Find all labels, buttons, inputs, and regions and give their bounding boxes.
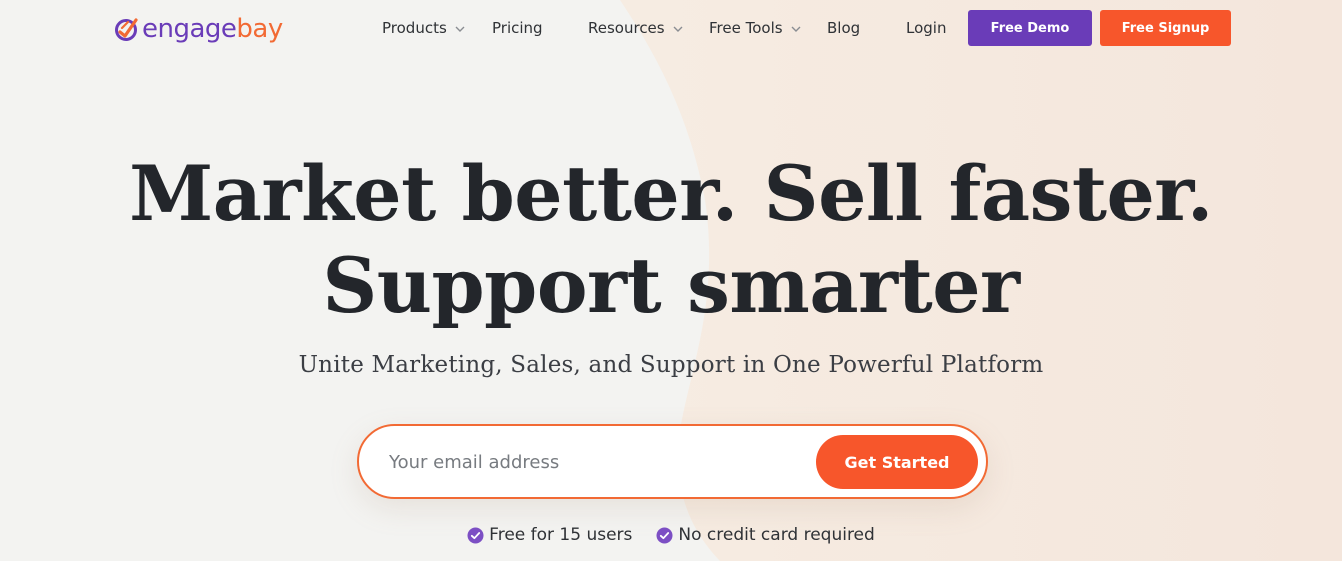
top-navigation: engagebay Products Pricing Resources Fre… [0,0,1342,56]
nav-resources-label: Resources [588,19,665,37]
free-demo-button[interactable]: Free Demo [968,10,1092,46]
feature-item: Free for 15 users [467,525,632,545]
nav-products-label: Products [382,19,447,37]
engagebay-logo[interactable]: engagebay [114,12,283,46]
hero-subtitle: Unite Marketing, Sales, and Support in O… [298,352,1044,378]
hero-title-line1: Market better. Sell faster. [129,149,1213,238]
chevron-down-icon [455,26,465,32]
logo-wordmark: engagebay [142,14,283,44]
feature-list: Free for 15 users No credit card require… [0,525,1342,545]
nav-free-tools[interactable]: Free Tools [709,18,802,38]
hero-title-line2: Support smarter [322,241,1020,330]
email-input[interactable] [389,444,809,480]
nav-blog-label: Blog [827,19,861,37]
hero-title: Market better. Sell faster. Support smar… [0,148,1342,332]
nav-login-label: Login [906,19,947,37]
check-circle-icon [467,527,484,543]
feature-item: No credit card required [656,525,875,545]
nav-pricing[interactable]: Pricing [492,18,543,38]
chevron-down-icon [673,26,683,32]
free-signup-button[interactable]: Free Signup [1100,10,1231,46]
nav-login[interactable]: Login [906,18,946,38]
nav-resources[interactable]: Resources [588,18,684,38]
feature-label: No credit card required [678,525,875,545]
feature-label: Free for 15 users [489,525,633,545]
email-signup-form: Get Started [357,424,988,499]
check-circle-icon [656,527,673,543]
nav-free-tools-label: Free Tools [709,19,783,37]
get-started-button[interactable]: Get Started [816,435,978,489]
chevron-down-icon [791,26,801,32]
nav-products[interactable]: Products [382,18,466,38]
nav-pricing-label: Pricing [492,19,543,37]
logo-mark-icon [115,18,138,41]
nav-blog[interactable]: Blog [827,18,860,38]
